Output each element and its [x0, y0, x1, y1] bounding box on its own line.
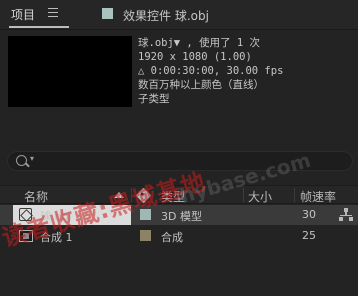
preview-thumbnail: [8, 36, 132, 107]
panel-tab-bar: 项目 效果控件 球.obj: [0, 0, 358, 30]
column-divider[interactable]: [294, 188, 295, 202]
column-frame-rate[interactable]: 帧速率: [300, 188, 336, 205]
column-divider[interactable]: [243, 188, 244, 202]
search-input[interactable]: ▾: [7, 151, 353, 171]
label-color-swatch[interactable]: [140, 230, 151, 241]
column-name[interactable]: 名称: [24, 188, 48, 205]
item-name[interactable]: 合成 1: [40, 229, 73, 245]
footage-icon: [19, 208, 32, 221]
tab-effect-controls[interactable]: 效果控件 球.obj: [123, 7, 209, 24]
tab-project[interactable]: 项目: [11, 6, 35, 23]
column-size[interactable]: 大小: [248, 188, 272, 205]
search-icon[interactable]: [16, 155, 27, 166]
item-frame-rate: 30: [302, 208, 316, 221]
chevron-down-icon[interactable]: ▾: [30, 154, 34, 163]
table-header: 名称 类型 大小 帧速率: [0, 185, 358, 204]
item-type: 3D 模型: [161, 210, 202, 223]
composition-icon: [19, 230, 33, 242]
item-frame-rate: 25: [302, 229, 316, 242]
item-type: 合成: [161, 231, 183, 244]
info-usage[interactable]: 球.obj▼ , 使用了 1 次: [138, 36, 283, 50]
active-tab-indicator: [9, 26, 69, 28]
info-subtype: 子类型: [138, 93, 170, 105]
table-row[interactable]: 球.obj 3D 模型 30: [0, 205, 358, 225]
info-dimensions: 1920 x 1080 (1.00): [138, 51, 252, 63]
flowchart-icon[interactable]: [339, 208, 353, 222]
footage-info: 球.obj▼ , 使用了 1 次 1920 x 1080 (1.00) △ 0:…: [138, 36, 283, 106]
sort-ascending-icon[interactable]: [114, 192, 124, 198]
info-color-depth: 数百万种以上颜色（直线）: [138, 79, 264, 91]
item-name[interactable]: 球.obj: [40, 208, 71, 224]
table-row[interactable]: 合成 1 合成 25: [0, 226, 358, 246]
effects-label-swatch: [102, 8, 113, 19]
label-color-swatch[interactable]: [140, 209, 151, 220]
panel-menu-icon[interactable]: [48, 8, 58, 17]
label-tag-icon[interactable]: [135, 187, 152, 204]
info-duration: △ 0:00:30:00, 30.00 fps: [138, 65, 284, 77]
column-divider[interactable]: [131, 188, 132, 202]
column-type[interactable]: 类型: [161, 188, 185, 205]
